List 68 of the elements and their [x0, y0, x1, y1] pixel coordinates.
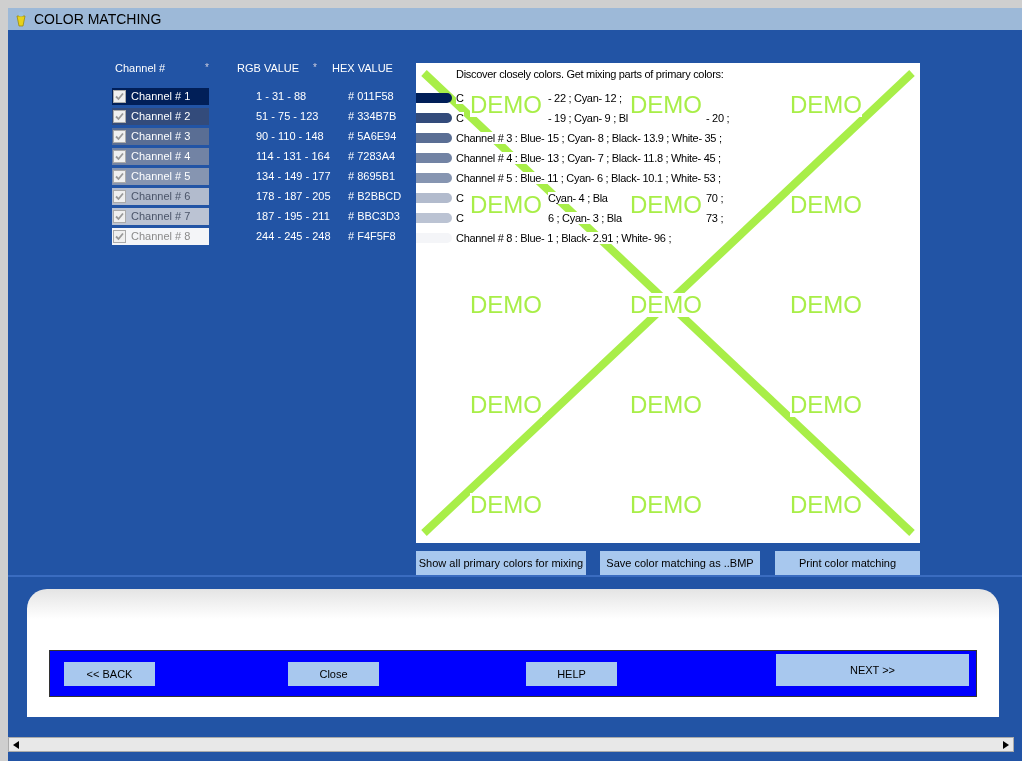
mix-text: - 20 ;	[706, 112, 730, 124]
mix-text: C	[456, 192, 464, 204]
action-button[interactable]: Save color matching as ..BMP	[600, 551, 760, 575]
hex-value: # 011F58	[348, 90, 394, 102]
mix-text: 6 ; Cyan- 3 ; Bla	[548, 212, 622, 224]
nav-button[interactable]: HELP	[526, 661, 617, 686]
rgb-value: 51 - 75 - 123	[256, 110, 320, 122]
demo-watermark: DEMO	[470, 93, 542, 117]
app-icon	[14, 11, 28, 27]
column-header: HEX VALUE	[332, 62, 393, 76]
checkbox[interactable]	[113, 149, 126, 163]
rgb-value: 114 - 131 - 164	[256, 150, 331, 162]
mix-text: C	[456, 112, 464, 124]
checkbox[interactable]	[113, 129, 126, 143]
checkbox[interactable]	[113, 169, 126, 183]
result-heading: Discover closely colors. Get mixing parts of primary colors:	[455, 68, 725, 82]
demo-watermark: DEMO	[630, 293, 702, 317]
scroll-right-icon[interactable]	[1003, 740, 1009, 749]
window-title: COLOR MATCHING	[34, 11, 162, 27]
mix-text: Channel # 3 : Blue- 15 ; Cyan- 8 ; Black- 13.9 ; White- 35 ;	[456, 132, 722, 144]
checkbox[interactable]	[113, 109, 126, 123]
mix-text: C	[456, 92, 464, 104]
mix-text: Channel # 5 : Blue- 11 ; Cyan- 6 ; Black- 10.1 ; White- 53 ;	[456, 172, 721, 184]
hex-value: # F4F5F8	[348, 230, 396, 242]
rgb-value: 187 - 195 - 211	[256, 210, 331, 222]
mix-text: Channel # 8 : Blue- 1 ; Black- 2.91 ; White- 96 ;	[456, 232, 672, 244]
column-header: *	[205, 62, 210, 75]
rgb-value: 244 - 245 - 248	[256, 230, 332, 242]
channel-item[interactable]: Channel # 6	[112, 187, 209, 205]
channel-item[interactable]: Channel # 1	[112, 87, 209, 105]
checkbox[interactable]	[113, 89, 126, 103]
mix-text: - 22 ; Cyan- 12 ;	[548, 92, 622, 104]
action-button[interactable]: Show all primary colors for mixing	[416, 551, 586, 575]
nav-button[interactable]: Close	[288, 661, 379, 686]
horizontal-scrollbar[interactable]	[8, 737, 1014, 752]
hex-value: # 8695B1	[348, 170, 396, 182]
channel-item[interactable]: Channel # 4	[112, 147, 209, 165]
demo-watermark: DEMO	[790, 393, 862, 417]
hex-value: # 5A6E94	[348, 130, 397, 142]
rgb-value: 1 - 31 - 88	[256, 90, 308, 102]
nav-button[interactable]: NEXT >>	[776, 653, 969, 686]
hex-value: # 7283A4	[348, 150, 396, 162]
scroll-left-icon[interactable]	[13, 740, 19, 749]
channel-item[interactable]: Channel # 3	[112, 127, 209, 145]
column-header: Channel #	[114, 62, 167, 76]
hex-value: # B2BBCD	[348, 190, 402, 202]
mix-text: 70 ;	[706, 192, 724, 204]
rgb-value: 134 - 149 - 177	[256, 170, 332, 182]
hex-value: # 334B7B	[348, 110, 397, 122]
column-header: RGB VALUE	[237, 62, 301, 76]
hex-value: # BBC3D3	[348, 210, 400, 222]
channel-item[interactable]: Channel # 2	[112, 107, 209, 125]
rgb-value: 90 - 110 - 148	[256, 130, 325, 142]
checkbox[interactable]	[113, 229, 126, 243]
mix-text: 73 ;	[706, 212, 724, 224]
mix-text: Cyan- 4 ; Bla	[548, 192, 608, 204]
rgb-value: 178 - 187 - 205	[256, 190, 332, 202]
demo-watermark: DEMO	[470, 393, 542, 417]
mix-text: Channel # 4 : Blue- 13 ; Cyan- 7 ; Black- 11.8 ; White- 45 ;	[456, 152, 721, 164]
nav-button[interactable]: << BACK	[64, 661, 155, 686]
checkbox[interactable]	[113, 209, 126, 223]
checkbox[interactable]	[113, 189, 126, 203]
channel-item[interactable]: Channel # 7	[112, 207, 209, 225]
demo-watermark: DEMO	[790, 93, 862, 117]
mix-text: - 19 ; Cyan- 9 ; Bl	[548, 112, 628, 124]
mix-text: C	[456, 212, 464, 224]
action-button[interactable]: Print color matching	[775, 551, 920, 575]
column-header: *	[313, 62, 318, 75]
